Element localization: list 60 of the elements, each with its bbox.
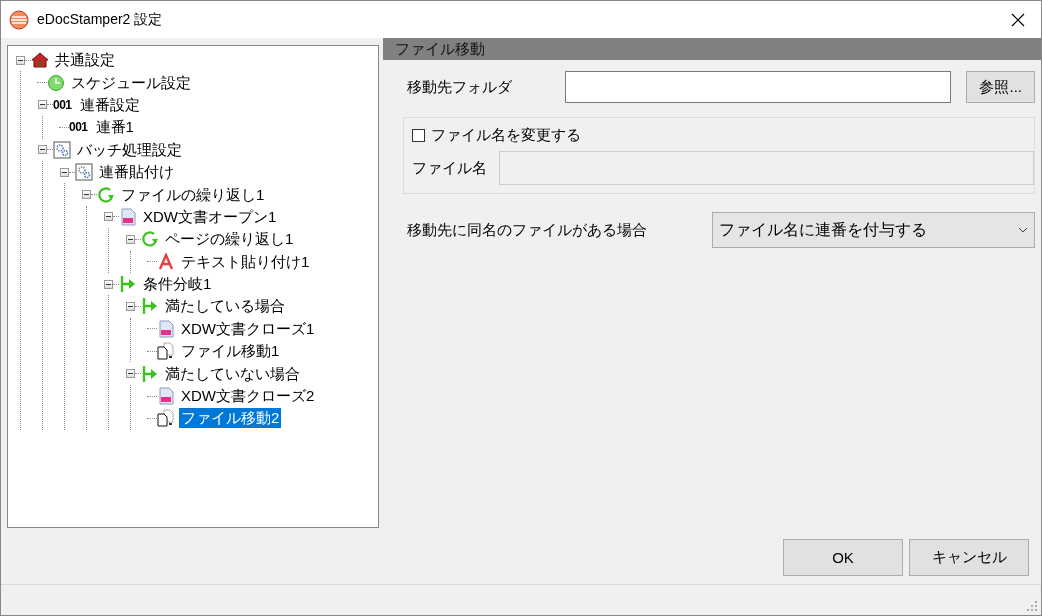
- collapse-toggle[interactable]: [104, 212, 113, 222]
- tree-item[interactable]: XDW文書クローズ1: [179, 318, 317, 339]
- tree-item[interactable]: 満たしている場合: [163, 296, 287, 317]
- collapse-toggle[interactable]: [126, 234, 135, 244]
- field-label: 移動先フォルダ: [407, 77, 513, 97]
- dialog-button[interactable]: OK: [783, 539, 903, 576]
- clock-icon: [47, 73, 65, 92]
- caret-icon: [1018, 227, 1028, 233]
- tree-item[interactable]: ページの繰り返し1: [163, 229, 296, 250]
- tree-item[interactable]: ファイルの繰り返し1: [119, 184, 267, 205]
- document-icon: [119, 207, 137, 226]
- browse-button[interactable]: 参照...: [966, 71, 1035, 103]
- dialog-button[interactable]: キャンセル: [909, 539, 1029, 576]
- close-icon: [1011, 12, 1025, 27]
- letter-icon: [157, 252, 175, 271]
- tree-item[interactable]: ファイル移動1: [179, 341, 282, 362]
- collapse-toggle[interactable]: [38, 100, 47, 110]
- tree-item[interactable]: ファイル移動2: [179, 408, 282, 429]
- tree-item[interactable]: 満たしていない場合: [163, 363, 302, 384]
- tree-item[interactable]: 共通設定: [53, 50, 117, 71]
- tree-item[interactable]: バッチ処理設定: [75, 139, 184, 160]
- gear-icon: [53, 140, 71, 159]
- number-label: 001: [69, 120, 88, 135]
- tree-item[interactable]: XDW文書クローズ2: [179, 386, 317, 407]
- resize-grip-icon[interactable]: [1026, 600, 1038, 612]
- app-logo-icon: [9, 9, 29, 30]
- file-move-icon: [157, 409, 175, 428]
- branch-arrow-icon: [119, 275, 137, 294]
- branch-arrow-icon: [141, 364, 159, 383]
- collapse-toggle[interactable]: [126, 302, 135, 311]
- number-label: 001: [53, 97, 72, 112]
- folder-input-field[interactable]: [565, 71, 952, 103]
- tree-item[interactable]: 条件分岐1: [141, 274, 214, 295]
- collapse-toggle[interactable]: [38, 145, 47, 155]
- document-icon: [157, 319, 175, 338]
- collapse-toggle[interactable]: [126, 369, 135, 379]
- tree-item[interactable]: XDW文書オープン1: [141, 206, 279, 227]
- gear-icon: [75, 163, 93, 182]
- tree-item[interactable]: スケジュール設定: [69, 72, 193, 93]
- file-move-icon: [157, 342, 175, 361]
- field-label: ファイル名: [412, 158, 487, 178]
- checkbox[interactable]: [412, 129, 425, 142]
- branch-arrow-icon: [141, 297, 159, 316]
- collapse-toggle[interactable]: [104, 279, 113, 289]
- conflict-dropdown[interactable]: ファイル名に連番を付与する: [712, 212, 1035, 248]
- collapse-toggle[interactable]: [60, 167, 69, 177]
- tree-item[interactable]: 連番1: [93, 117, 136, 138]
- collapse-toggle[interactable]: [82, 190, 91, 200]
- tree-item[interactable]: テキスト貼り付け1: [179, 251, 312, 272]
- tree-item[interactable]: 連番設定: [77, 94, 142, 115]
- tree-item[interactable]: 連番貼付け: [97, 162, 176, 183]
- loop-arrow-icon: [141, 230, 159, 249]
- window-title: eDocStamper2 設定: [37, 10, 164, 29]
- loop-arrow-icon: [97, 185, 115, 204]
- field-label: 移動先に同名のファイルがある場合: [407, 220, 648, 240]
- checkbox-label[interactable]: ファイル名を変更する: [431, 126, 581, 145]
- panel-header: ファイル移動: [383, 38, 1041, 60]
- collapse-toggle[interactable]: [16, 55, 25, 65]
- house-icon: [31, 51, 49, 70]
- document-icon: [157, 387, 175, 406]
